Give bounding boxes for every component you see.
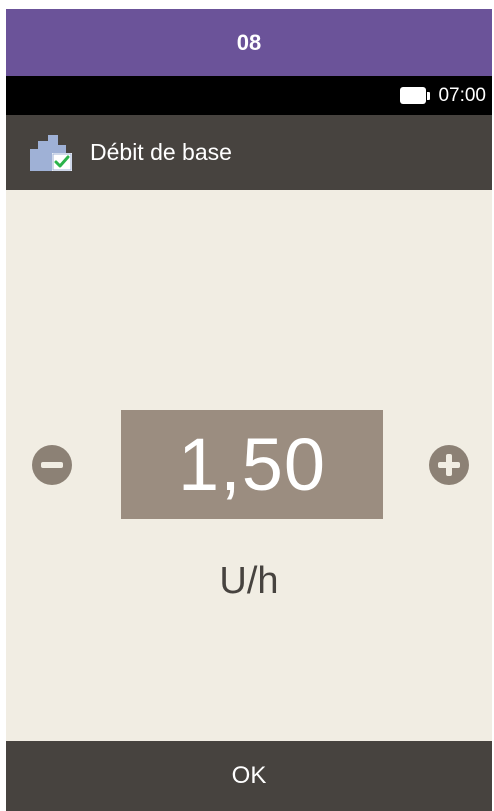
rate-unit: U/h [219, 560, 279, 602]
minus-icon [41, 462, 63, 468]
header-bar: Débit de base [6, 115, 492, 190]
battery-full-icon [400, 87, 431, 104]
basal-rate-check-icon [30, 134, 72, 171]
ok-label: OK [231, 762, 267, 789]
status-bar: 07:00 [6, 76, 492, 115]
step-banner: 08 [6, 9, 492, 76]
device-screen: 08 07:00 Débit de base 1,50 U/h OK [6, 9, 492, 811]
step-number: 08 [236, 29, 262, 55]
page-title: Débit de base [90, 139, 232, 165]
ok-button[interactable]: OK [6, 741, 492, 811]
plus-icon [438, 454, 460, 476]
rate-editor: 1,50 U/h [6, 190, 492, 741]
increase-button[interactable] [429, 445, 469, 485]
decrease-button[interactable] [32, 445, 72, 485]
rate-value: 1,50 [177, 423, 327, 506]
rate-value-display: 1,50 [121, 410, 383, 519]
status-time: 07:00 [438, 84, 486, 106]
